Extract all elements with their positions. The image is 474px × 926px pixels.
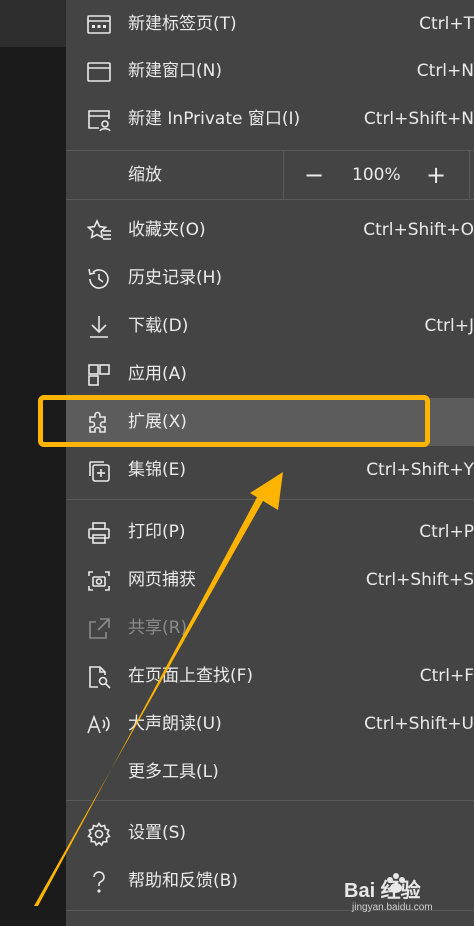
menu-item-label: 历史记录(H) xyxy=(128,268,223,288)
menu-item-label: 收藏夹(O) xyxy=(128,220,206,240)
menu-divider xyxy=(66,800,474,801)
menu-item-history[interactable]: 历史记录(H) xyxy=(66,254,474,302)
zoom-row: 缩放 xyxy=(66,151,474,199)
menu-item-apps[interactable]: 应用(A) xyxy=(66,350,474,398)
menu-item-shortcut: Ctrl+Shift+N xyxy=(363,109,474,129)
annotation-highlight-box xyxy=(38,395,430,447)
menu-item-new-tab[interactable]: 新建标签页(T) Ctrl+T xyxy=(66,0,474,48)
zoom-label: 缩放 xyxy=(128,165,162,185)
menu-item-downloads[interactable]: 下载(D) Ctrl+J xyxy=(66,302,474,350)
collections-icon xyxy=(86,458,112,484)
menu-item-label: 新建 InPrivate 窗口(I) xyxy=(128,109,301,129)
apps-icon xyxy=(86,362,112,388)
download-icon xyxy=(86,314,112,340)
menu-item-label: 集锦(E) xyxy=(128,460,187,480)
menu-divider xyxy=(66,199,474,200)
zoom-level: 100% xyxy=(352,165,401,185)
favorites-star-icon xyxy=(86,218,112,244)
menu-item-share: 共享(R) xyxy=(66,604,474,652)
menu-item-shortcut: Ctrl+F xyxy=(419,666,474,686)
zoom-in-button[interactable]: + xyxy=(416,151,456,199)
menu-item-print[interactable]: 打印(P) Ctrl+P xyxy=(66,508,474,556)
settings-gear-icon xyxy=(86,821,112,847)
menu-item-shortcut: Ctrl+Shift+S xyxy=(365,570,474,590)
browser-chrome-strip xyxy=(0,0,66,47)
page-background xyxy=(0,47,66,926)
menu-item-label: 应用(A) xyxy=(128,364,187,384)
menu-item-read-aloud[interactable]: 大声朗读(U) Ctrl+Shift+U xyxy=(66,700,474,748)
watermark-text: Bai 经验 xyxy=(344,880,421,902)
zoom-separator xyxy=(469,151,470,199)
read-aloud-icon xyxy=(86,712,112,738)
new-tab-icon xyxy=(86,12,112,38)
menu-item-more-tools[interactable]: 更多工具(L) xyxy=(66,748,474,796)
menu-item-find-on-page[interactable]: 在页面上查找(F) Ctrl+F xyxy=(66,652,474,700)
menu-item-web-capture[interactable]: 网页捕获 Ctrl+Shift+S xyxy=(66,556,474,604)
menu-item-label: 帮助和反馈(B) xyxy=(128,871,238,891)
menu-item-new-inprivate-window[interactable]: 新建 InPrivate 窗口(I) Ctrl+Shift+N xyxy=(66,95,474,143)
menu-item-shortcut: Ctrl+P xyxy=(419,522,474,542)
menu-divider xyxy=(66,499,474,500)
menu-item-new-window[interactable]: 新建窗口(N) Ctrl+N xyxy=(66,47,474,95)
zoom-out-button[interactable]: − xyxy=(294,151,334,199)
share-icon xyxy=(86,616,112,642)
menu-item-settings[interactable]: 设置(S) xyxy=(66,809,474,857)
menu-item-shortcut: Ctrl+T xyxy=(419,14,474,34)
menu-item-label: 网页捕获 xyxy=(128,570,196,590)
history-icon xyxy=(86,266,112,292)
help-question-icon xyxy=(86,869,112,895)
menu-item-favorites[interactable]: 收藏夹(O) Ctrl+Shift+O xyxy=(66,206,474,254)
find-on-page-icon xyxy=(86,664,112,690)
menu-item-shortcut: Ctrl+Shift+Y xyxy=(366,460,474,480)
settings-menu: 新建标签页(T) Ctrl+T 新建窗口(N) Ctrl+N 新建 InPriv… xyxy=(66,0,474,926)
menu-item-label: 新建窗口(N) xyxy=(128,61,222,81)
watermark-url: jingyan.baidu.com xyxy=(352,902,433,913)
menu-item-label: 新建标签页(T) xyxy=(128,14,237,34)
menu-item-shortcut: Ctrl+Shift+U xyxy=(364,714,474,734)
zoom-separator xyxy=(283,151,284,199)
menu-item-shortcut: Ctrl+Shift+O xyxy=(363,220,474,240)
menu-item-label: 设置(S) xyxy=(128,823,187,843)
menu-item-label: 下载(D) xyxy=(128,316,189,336)
menu-item-shortcut: Ctrl+J xyxy=(424,316,474,336)
printer-icon xyxy=(86,520,112,546)
menu-item-collections[interactable]: 集锦(E) Ctrl+Shift+Y xyxy=(66,446,474,494)
menu-item-label: 更多工具(L) xyxy=(128,762,219,782)
menu-item-label: 打印(P) xyxy=(128,522,186,542)
new-window-icon xyxy=(86,59,112,85)
menu-item-label: 共享(R) xyxy=(128,618,188,638)
inprivate-window-icon xyxy=(86,107,112,133)
menu-item-label: 大声朗读(U) xyxy=(128,714,222,734)
menu-item-label: 在页面上查找(F) xyxy=(128,666,254,686)
menu-item-shortcut: Ctrl+N xyxy=(416,61,474,81)
web-capture-icon xyxy=(86,568,112,594)
